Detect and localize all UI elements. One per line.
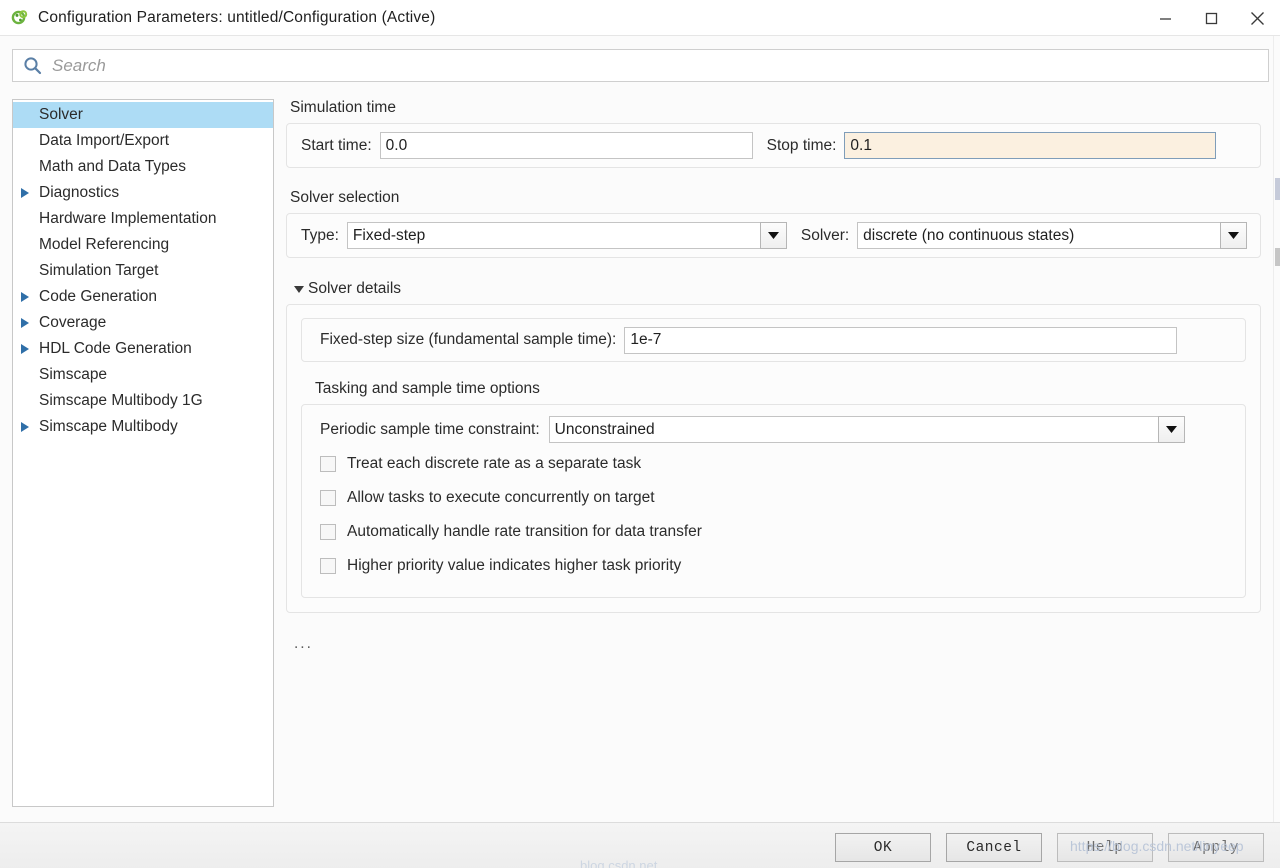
solver-value: discrete (no continuous states): [857, 222, 1221, 249]
simulink-icon: [11, 9, 29, 27]
tasking-options-panel: Periodic sample time constraint: Unconst…: [301, 404, 1246, 598]
tasking-checkbox-row[interactable]: Treat each discrete rate as a separate t…: [320, 447, 1231, 481]
sidebar-item-label: Code Generation: [39, 288, 158, 305]
sidebar-item-hardware-implementation[interactable]: Hardware Implementation: [13, 206, 273, 232]
sidebar-item-label: Simscape: [39, 366, 108, 383]
close-button[interactable]: [1234, 0, 1280, 36]
start-time-label: Start time:: [301, 136, 372, 154]
sidebar-item-hdl-code-generation[interactable]: HDL Code Generation: [13, 336, 273, 362]
sidebar-item-label: Diagnostics: [39, 184, 120, 201]
sidebar-item-label: Data Import/Export: [39, 132, 170, 149]
scrollbar-thumb-top[interactable]: [1275, 178, 1280, 200]
window-controls: [1142, 0, 1280, 36]
checkbox-label: Automatically handle rate transition for…: [347, 523, 702, 540]
sidebar-item-diagnostics[interactable]: Diagnostics: [13, 180, 273, 206]
sidebar-item-simscape-multibody-1g[interactable]: Simscape Multibody 1G: [13, 388, 273, 414]
solver-selection-panel: Type: Fixed-step Solver: discrete (no co…: [286, 213, 1261, 258]
expand-arrow-icon[interactable]: [13, 422, 37, 432]
sidebar-item-label: Simscape Multibody: [39, 418, 178, 435]
fixed-step-label: Fixed-step size (fundamental sample time…: [320, 331, 617, 348]
settings-tree[interactable]: Solver Data Import/Export Math and Data Ty…: [12, 99, 274, 807]
fixed-step-panel: Fixed-step size (fundamental sample time…: [301, 318, 1246, 362]
simulation-time-title: Simulation time: [290, 99, 396, 116]
solver-details-panel: Fixed-step size (fundamental sample time…: [286, 304, 1261, 613]
maximize-button[interactable]: [1188, 0, 1234, 36]
sidebar-item-label: Hardware Implementation: [39, 210, 217, 227]
sidebar-item-simulation-target[interactable]: Simulation Target: [13, 258, 273, 284]
apply-button[interactable]: Apply: [1168, 833, 1264, 862]
title-separator: [0, 35, 1280, 36]
chevron-down-icon[interactable]: [1220, 222, 1248, 249]
sidebar-item-solver[interactable]: Solver: [13, 102, 273, 128]
scrollbar-thumb-bottom[interactable]: [1275, 248, 1280, 266]
sidebar-item-coverage[interactable]: Coverage: [13, 310, 273, 336]
title-bar: Configuration Parameters: untitled/Confi…: [0, 0, 1280, 36]
start-time-input[interactable]: [379, 132, 753, 159]
checkbox-unchecked[interactable]: [320, 490, 336, 506]
sidebar-item-label: Coverage: [39, 314, 107, 331]
expand-arrow-icon[interactable]: [13, 318, 37, 328]
sidebar-item-label: Simscape Multibody 1G: [39, 392, 203, 409]
ok-button[interactable]: OK: [835, 833, 931, 862]
sidebar-item-model-referencing[interactable]: Model Referencing: [13, 232, 273, 258]
search-bar[interactable]: [12, 49, 1269, 82]
simulation-time-panel: Start time: Stop time:: [286, 123, 1261, 168]
checkbox-unchecked[interactable]: [320, 524, 336, 540]
sidebar-item-simscape-multibody[interactable]: Simscape Multibody: [13, 414, 273, 440]
sidebar-item-label: Simulation Target: [39, 262, 159, 279]
sidebar-item-simscape[interactable]: Simscape: [13, 362, 273, 388]
periodic-constraint-value: Unconstrained: [548, 416, 1158, 443]
solver-label: Solver:: [800, 226, 850, 244]
expand-arrow-icon[interactable]: [13, 188, 37, 198]
solver-type-label: Type:: [301, 226, 339, 244]
checkbox-label: Treat each discrete rate as a separate t…: [347, 455, 642, 472]
expand-arrow-icon[interactable]: [13, 292, 37, 302]
solver-details-disclosure[interactable]: Solver details: [290, 280, 1261, 298]
help-button[interactable]: Help: [1057, 833, 1153, 862]
checkbox-label: Higher priority value indicates higher t…: [347, 557, 682, 574]
search-icon: [23, 56, 42, 75]
overflow-indicator: ...: [294, 635, 313, 652]
configuration-parameters-dialog: Configuration Parameters: untitled/Confi…: [0, 0, 1280, 868]
tasking-checkbox-row[interactable]: Allow tasks to execute concurrently on t…: [320, 481, 1231, 515]
triangle-down-icon: [290, 285, 308, 293]
tasking-checkbox-row[interactable]: Higher priority value indicates higher t…: [320, 549, 1231, 583]
periodic-constraint-combo[interactable]: Unconstrained: [548, 416, 1185, 443]
settings-pane: Simulation time Start time: Stop time: S…: [286, 99, 1261, 809]
cancel-button[interactable]: Cancel: [946, 833, 1042, 862]
solver-combo[interactable]: discrete (no continuous states): [857, 222, 1248, 249]
pane-edge-divider: [1273, 36, 1274, 822]
minimize-button[interactable]: [1142, 0, 1188, 36]
sidebar-item-label: Model Referencing: [39, 236, 170, 253]
footer-buttons: OK Cancel Help Apply: [835, 833, 1264, 862]
chevron-down-icon[interactable]: [759, 222, 787, 249]
tasking-options-title: Tasking and sample time options: [315, 380, 540, 397]
solver-type-value: Fixed-step: [346, 222, 760, 249]
periodic-constraint-label: Periodic sample time constraint:: [320, 420, 540, 438]
solver-details-label: Solver details: [308, 280, 402, 297]
solver-type-combo[interactable]: Fixed-step: [346, 222, 787, 249]
stop-time-label: Stop time:: [766, 136, 837, 154]
window-title: Configuration Parameters: untitled/Confi…: [38, 9, 436, 26]
sidebar-item-math-and-data-types[interactable]: Math and Data Types: [13, 154, 273, 180]
expand-arrow-icon[interactable]: [13, 344, 37, 354]
solver-selection-title: Solver selection: [290, 189, 400, 206]
chevron-down-icon[interactable]: [1157, 416, 1185, 443]
checkbox-label: Allow tasks to execute concurrently on t…: [347, 489, 655, 506]
dialog-footer: OK Cancel Help Apply: [0, 822, 1280, 868]
sidebar-item-label: HDL Code Generation: [39, 340, 192, 357]
search-input[interactable]: [52, 55, 1232, 76]
sidebar-item-code-generation[interactable]: Code Generation: [13, 284, 273, 310]
checkbox-unchecked[interactable]: [320, 558, 336, 574]
sidebar-item-label: Solver: [39, 106, 83, 123]
stop-time-input[interactable]: [844, 132, 1217, 159]
tasking-checkbox-row[interactable]: Automatically handle rate transition for…: [320, 515, 1231, 549]
periodic-constraint-row: Periodic sample time constraint: Unconst…: [320, 416, 1231, 443]
fixed-step-input[interactable]: [624, 326, 1178, 354]
checkbox-unchecked[interactable]: [320, 456, 336, 472]
sidebar-item-label: Math and Data Types: [39, 158, 187, 175]
sidebar-item-data-import-export[interactable]: Data Import/Export: [13, 128, 273, 154]
